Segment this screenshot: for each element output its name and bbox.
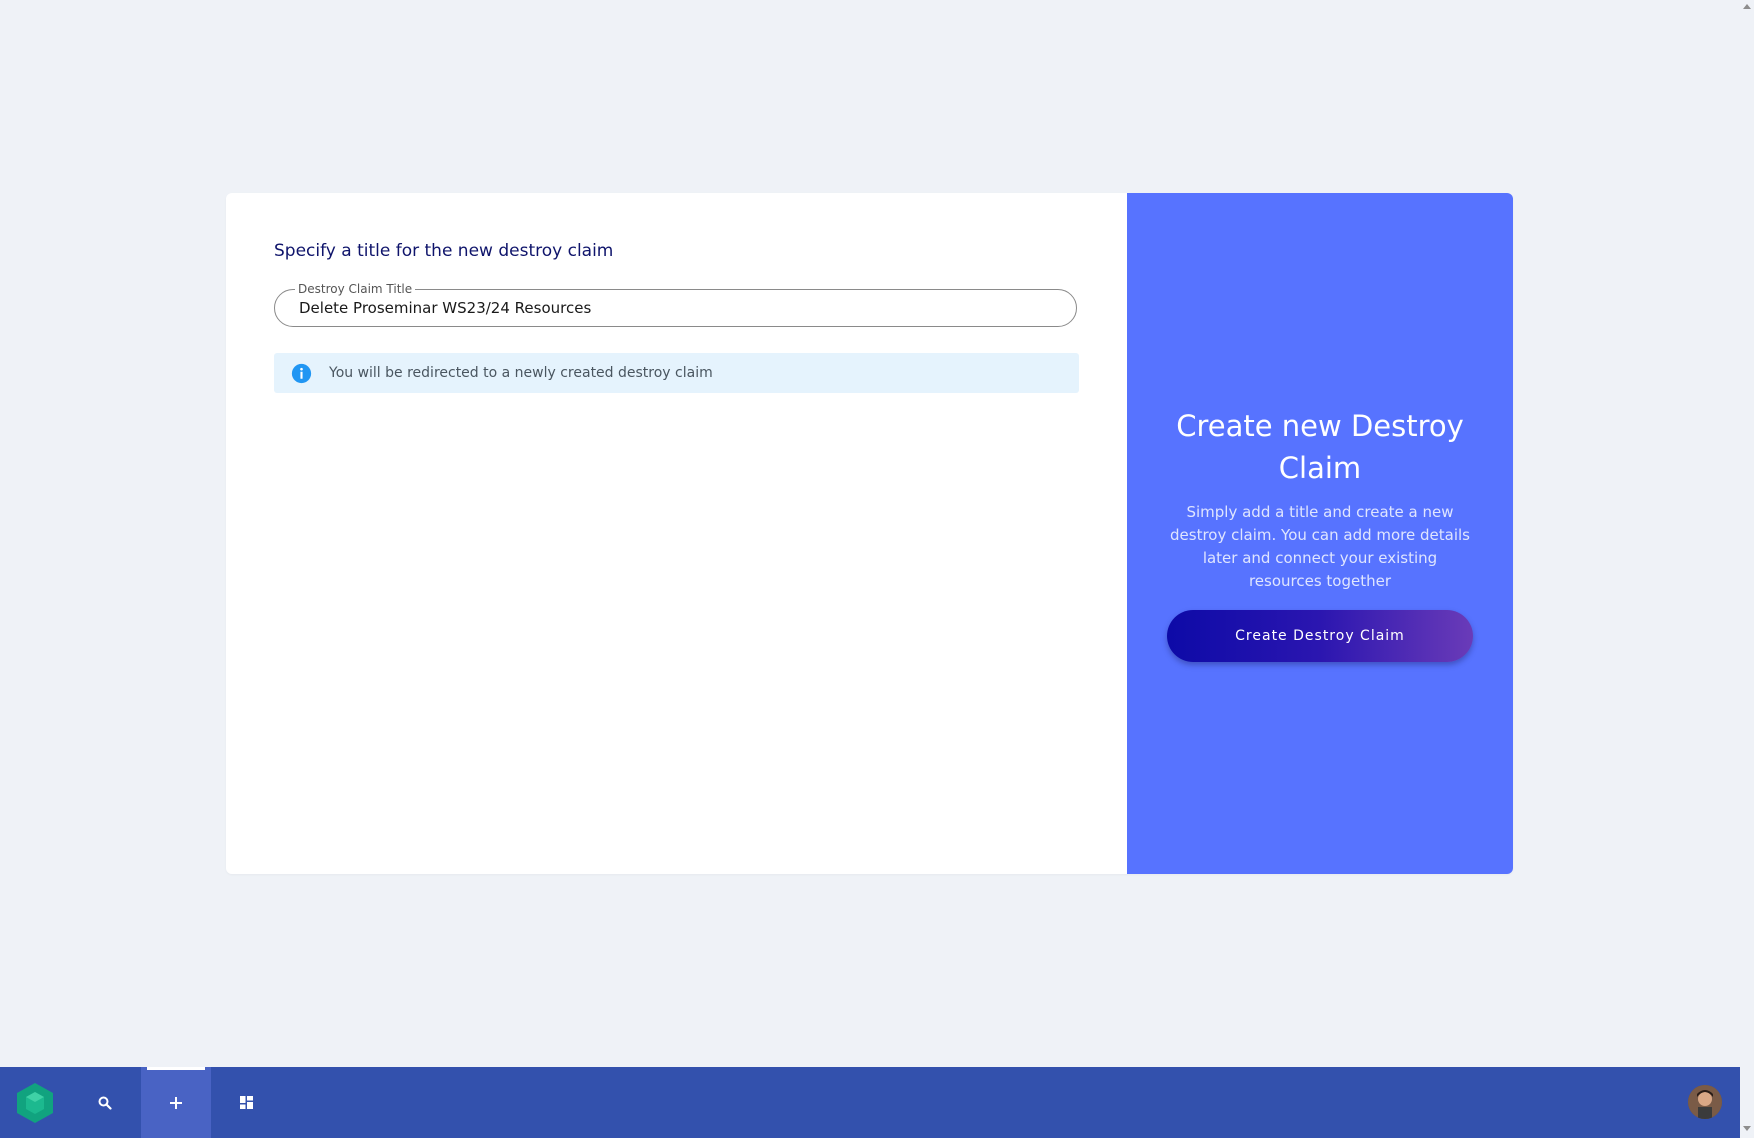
taskbar bbox=[0, 1067, 1740, 1138]
destroy-claim-title-field[interactable]: Destroy Claim Title bbox=[274, 282, 1077, 327]
form-panel: Specify a title for the new destroy clai… bbox=[226, 193, 1127, 874]
page: Specify a title for the new destroy clai… bbox=[0, 0, 1754, 1138]
logo-icon[interactable] bbox=[14, 1082, 56, 1124]
promo-panel: Create new Destroy Claim Simply add a ti… bbox=[1127, 193, 1513, 874]
plus-icon bbox=[170, 1096, 182, 1109]
user-avatar[interactable] bbox=[1688, 1085, 1722, 1119]
avatar-image bbox=[1688, 1085, 1722, 1119]
destroy-claim-title-input[interactable] bbox=[299, 296, 1059, 320]
create-destroy-claim-button[interactable]: Create Destroy Claim bbox=[1167, 610, 1473, 662]
search-icon bbox=[98, 1096, 112, 1110]
promo-description: Simply add a title and create a new dest… bbox=[1170, 503, 1470, 590]
info-alert-text: You will be redirected to a newly create… bbox=[329, 365, 713, 381]
destroy-claim-title-label: Destroy Claim Title bbox=[295, 282, 416, 296]
create-destroy-claim-card: Specify a title for the new destroy clai… bbox=[226, 193, 1513, 874]
promo-title: Create new Destroy Claim bbox=[1176, 409, 1464, 485]
taskbar-search-button[interactable] bbox=[70, 1067, 140, 1138]
taskbar-dashboard-button[interactable] bbox=[211, 1067, 281, 1138]
info-icon bbox=[291, 363, 312, 383]
form-heading: Specify a title for the new destroy clai… bbox=[274, 241, 614, 261]
vertical-scrollbar[interactable] bbox=[1740, 0, 1754, 1138]
taskbar-create-button[interactable] bbox=[141, 1067, 211, 1138]
dashboard-icon bbox=[239, 1096, 253, 1109]
info-alert: You will be redirected to a newly create… bbox=[274, 353, 1079, 393]
scroll-down-arrow-icon[interactable] bbox=[1743, 1126, 1751, 1131]
scroll-up-arrow-icon[interactable] bbox=[1743, 4, 1751, 9]
active-indicator bbox=[147, 1067, 205, 1070]
